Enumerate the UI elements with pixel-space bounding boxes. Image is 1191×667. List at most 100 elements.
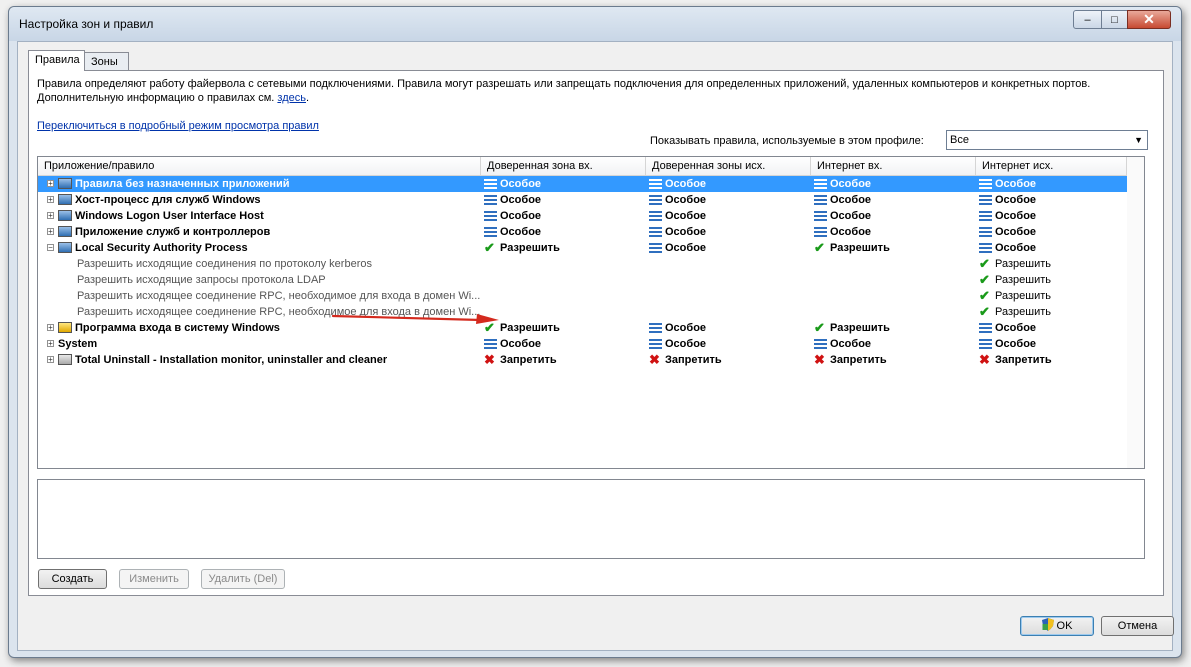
special-rule-icon xyxy=(979,177,992,190)
application-row[interactable]: − Local Security Authority Process ✔ Разреш… xyxy=(38,240,1127,256)
tab-zones[interactable]: Зоны xyxy=(84,52,129,70)
description-after-link: . xyxy=(306,92,310,104)
red-arrow-annotation xyxy=(331,314,499,324)
dialog-client: Правила Зоны Правила определяют работу ф… xyxy=(17,41,1174,651)
edit-button[interactable]: Изменить xyxy=(119,569,189,589)
window-title: Настройка зон и правил xyxy=(19,17,154,31)
application-row[interactable]: + Total Uninstall - Installation monitor,… xyxy=(38,352,1127,368)
allow-check-icon: ✔ xyxy=(979,288,990,303)
application-name: System xyxy=(58,338,98,350)
expand-icon[interactable]: + xyxy=(47,324,54,332)
application-name: Приложение служб и контроллеров xyxy=(75,226,271,238)
title-bar[interactable]: Настройка зон и правил – □ ✕ xyxy=(9,7,1181,41)
profile-select-value: Все xyxy=(950,134,969,146)
application-name: Программа входа в систему Windows xyxy=(75,322,280,334)
expand-icon[interactable]: + xyxy=(47,180,54,188)
rule-subitem-row[interactable]: Разрешить исходящие соединения по проток… xyxy=(38,256,1127,272)
rule-action-label: Разрешить xyxy=(830,242,890,254)
special-rule-icon xyxy=(649,225,662,238)
description-text: Правила определяют работу файервола с се… xyxy=(37,77,1147,105)
special-rule-icon xyxy=(649,177,662,190)
create-button[interactable]: Создать xyxy=(38,569,107,589)
application-name: Правила без назначенных приложений xyxy=(75,178,290,190)
description-line2: Дополнительную информацию о правилах см. xyxy=(37,92,275,104)
column-header-internet-in[interactable]: Интернет вх. xyxy=(811,157,976,175)
application-row[interactable]: + Правила без назначенных приложений Особо… xyxy=(38,176,1127,192)
allow-check-icon: ✔ xyxy=(814,320,825,335)
close-icon: ✕ xyxy=(1143,11,1155,27)
rule-action-label: Особое xyxy=(665,226,707,238)
special-rule-icon xyxy=(484,225,497,238)
rule-subitem-row[interactable]: Разрешить исходящие запросы протокола LD… xyxy=(38,272,1127,288)
rule-action-label: Особое xyxy=(500,210,542,222)
column-header-internet-out[interactable]: Интернет исх. xyxy=(976,157,1127,175)
special-rule-icon xyxy=(979,321,992,334)
column-header-application[interactable]: Приложение/правило xyxy=(38,157,481,175)
special-rule-icon xyxy=(484,337,497,350)
application-row[interactable]: + Приложение служб и контроллеров Особое Ос… xyxy=(38,224,1127,240)
grid-header: Приложение/правило Доверенная зона вх. Д… xyxy=(38,157,1144,176)
rule-action-label: Особое xyxy=(500,338,542,350)
minimize-button[interactable]: – xyxy=(1073,10,1102,29)
rule-action-label: Разрешить xyxy=(500,322,560,334)
rule-action-label: Особое xyxy=(665,178,707,190)
rules-tab-panel: Правила определяют работу файервола с се… xyxy=(28,70,1164,596)
rule-subitem-row[interactable]: Разрешить исходящее соединение RPC, необ… xyxy=(38,304,1127,320)
special-rule-icon xyxy=(484,177,497,190)
close-button[interactable]: ✕ xyxy=(1127,10,1171,29)
grid-scrollbar-area[interactable] xyxy=(1127,157,1144,468)
application-row[interactable]: + System Особое Особое Особое Особое xyxy=(38,336,1127,352)
help-link[interactable]: здесь xyxy=(277,92,306,104)
special-rule-icon xyxy=(814,209,827,222)
rule-action-label: Особое xyxy=(995,242,1037,254)
expand-icon[interactable]: + xyxy=(47,212,54,220)
rule-action-label: Особое xyxy=(995,226,1037,238)
special-rule-icon xyxy=(649,241,662,254)
application-row[interactable]: + Windows Logon User Interface Host Особое… xyxy=(38,208,1127,224)
rule-subitem-row[interactable]: Разрешить исходящее соединение RPC, необ… xyxy=(38,288,1127,304)
collapse-icon[interactable]: − xyxy=(47,244,54,252)
rule-action-label: Особое xyxy=(995,194,1037,206)
special-rule-icon xyxy=(649,337,662,350)
rule-action-label: Особое xyxy=(500,178,542,190)
app-window-icon xyxy=(58,210,72,221)
application-name: Local Security Authority Process xyxy=(75,242,248,254)
application-row[interactable]: + Программа входа в систему Windows ✔ Разре… xyxy=(38,320,1127,336)
deny-cross-icon: ✖ xyxy=(484,352,495,367)
rule-action-label: Особое xyxy=(830,210,872,222)
rule-action-label: Особое xyxy=(665,338,707,350)
rule-action-label: Особое xyxy=(830,194,872,206)
expand-icon[interactable]: + xyxy=(47,196,54,204)
app-window-icon xyxy=(58,194,72,205)
maximize-button[interactable]: □ xyxy=(1101,10,1128,29)
rule-action-label: Особое xyxy=(830,178,872,190)
expand-icon[interactable]: + xyxy=(47,228,54,236)
rule-name: Разрешить исходящие запросы протокола LD… xyxy=(77,274,326,286)
detailed-view-link[interactable]: Переключиться в подробный режим просмотр… xyxy=(37,120,319,132)
description-line1: Правила определяют работу файервола с се… xyxy=(37,78,1091,90)
special-rule-icon xyxy=(649,321,662,334)
rules-grid[interactable]: Приложение/правило Доверенная зона вх. Д… xyxy=(37,156,1145,469)
rule-action-label: Особое xyxy=(665,210,707,222)
rule-action-label: Запретить xyxy=(665,354,722,366)
rule-name: Разрешить исходящие соединения по проток… xyxy=(77,258,372,270)
deny-cross-icon: ✖ xyxy=(814,352,825,367)
app-window-icon xyxy=(58,178,72,189)
special-rule-icon xyxy=(979,209,992,222)
column-header-trusted-out[interactable]: Доверенная зоны исх. xyxy=(646,157,811,175)
cancel-button[interactable]: Отмена xyxy=(1101,616,1174,636)
rule-action-label: Разрешить xyxy=(995,290,1051,302)
ok-button[interactable]: OK xyxy=(1020,616,1094,636)
tab-rules[interactable]: Правила xyxy=(28,50,85,71)
delete-button[interactable]: Удалить (Del) xyxy=(201,569,285,589)
expand-icon[interactable]: + xyxy=(47,356,54,364)
profile-label: Показывать правила, используемые в этом … xyxy=(650,135,924,147)
column-header-trusted-in[interactable]: Доверенная зона вх. xyxy=(481,157,646,175)
winlogon-icon xyxy=(58,322,72,333)
deny-cross-icon: ✖ xyxy=(649,352,660,367)
application-row[interactable]: + Хост-процесс для служб Windows Особое Осо… xyxy=(38,192,1127,208)
expand-icon[interactable]: + xyxy=(47,340,54,348)
rule-action-label: Запретить xyxy=(995,354,1052,366)
rule-name: Разрешить исходящее соединение RPC, необ… xyxy=(77,290,481,302)
profile-select[interactable]: Все ▼ xyxy=(946,130,1148,150)
